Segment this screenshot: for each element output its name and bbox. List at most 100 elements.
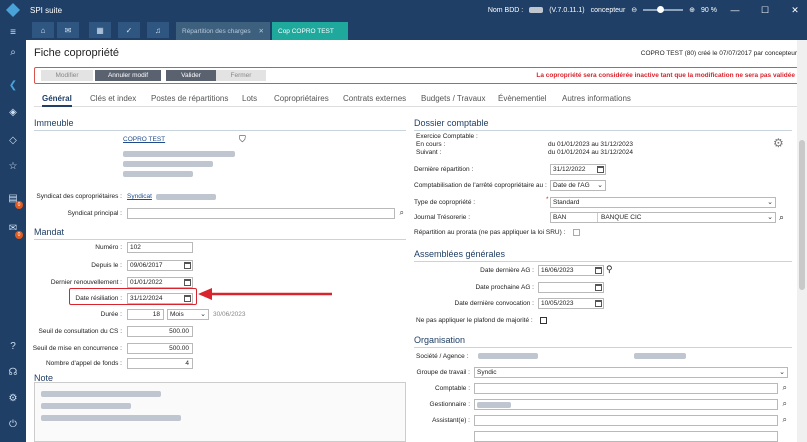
- syndicat-principal-input[interactable]: ⌕: [127, 208, 404, 219]
- fermer-button[interactable]: Fermer: [216, 70, 266, 81]
- red-arrow-icon: [198, 288, 332, 300]
- duree-input[interactable]: 18: [127, 309, 164, 320]
- annuler-modif-button[interactable]: Annuler modif: [95, 70, 161, 81]
- seuil-mc-input[interactable]: 500.00: [127, 343, 193, 354]
- assistant-input[interactable]: ⌕: [474, 415, 787, 426]
- close-button[interactable]: ✕: [783, 5, 807, 16]
- settings-gear-icon[interactable]: ⚙: [773, 136, 784, 150]
- comptable-label: Comptable :: [434, 385, 470, 392]
- derniere-convocation-input[interactable]: 10/05/2023: [538, 298, 604, 309]
- minimize-button[interactable]: —: [723, 5, 747, 15]
- tab-budgets[interactable]: Budgets / Travaux: [421, 94, 485, 103]
- tab-evenementiel[interactable]: Évènementiel: [498, 94, 546, 103]
- syndicat-link[interactable]: Syndicat: [127, 193, 152, 200]
- valider-button[interactable]: Valider: [166, 70, 216, 81]
- duree-unit-select[interactable]: Mois ⌄: [167, 309, 209, 320]
- headset-icon[interactable]: ☊: [6, 366, 20, 380]
- seuil-cs-label: Seuil de consultation du CS :: [38, 328, 122, 335]
- comptable-input[interactable]: ⌕: [474, 383, 787, 394]
- comptabilisation-label: Comptabilisation de l'arrêté copropriéta…: [414, 182, 547, 189]
- page-title: Fiche copropriété: [34, 47, 119, 59]
- seuil-mc-label: Seuil de mise en concurrence :: [32, 345, 122, 352]
- calendar-icon[interactable]: [184, 279, 191, 286]
- journal-select[interactable]: BAN BANQUE CIC ⌄: [550, 212, 776, 223]
- logout-icon[interactable]: ⏻: [6, 418, 20, 432]
- calendar-icon[interactable]: [595, 284, 602, 291]
- help-icon[interactable]: ?: [6, 340, 20, 354]
- bdd-label: Nom BDD :: [487, 6, 524, 14]
- dernier-renouvellement-input[interactable]: 01/01/2022: [127, 277, 193, 288]
- zoom-out-icon[interactable]: ⊖: [631, 6, 637, 14]
- calendar-icon[interactable]: [184, 262, 191, 269]
- tab-close-icon[interactable]: ✕: [259, 27, 264, 35]
- search-icon[interactable]: ⌕: [783, 399, 787, 408]
- calendar-icon[interactable]: [184, 295, 191, 302]
- scrollbar-thumb[interactable]: [799, 140, 805, 290]
- tab-copro-test[interactable]: Cop COPRO TEST: [272, 22, 348, 40]
- diamond-arrow-icon[interactable]: ◇: [6, 134, 20, 148]
- search-icon[interactable]: ⌕: [779, 212, 784, 223]
- tab-postes[interactable]: Postes de répartitions: [151, 94, 228, 103]
- maximize-button[interactable]: ☐: [753, 5, 777, 16]
- calendar-icon[interactable]: [595, 267, 602, 274]
- tab-repartition[interactable]: Répartition des charges ✕: [176, 22, 270, 40]
- plafond-label: Ne pas appliquer le plafond de majorité …: [416, 317, 533, 324]
- gestionnaire-input[interactable]: ⌕: [474, 399, 787, 410]
- seuil-cs-input[interactable]: 500.00: [127, 326, 193, 337]
- derniere-ag-input[interactable]: 16/06/2023: [538, 265, 604, 276]
- search-icon[interactable]: ⌕: [6, 46, 20, 60]
- search-icon[interactable]: ⌕: [783, 383, 787, 392]
- prorata-checkbox[interactable]: [573, 229, 580, 236]
- tab-cles-index[interactable]: Clés et index: [90, 94, 136, 103]
- diamond-nav-icon[interactable]: ◈: [6, 106, 20, 120]
- tab-bar: ⌂ ✉ ▦ ✓ ♫ Répartition des charges ✕ Cop …: [0, 20, 807, 40]
- derniere-ag-label: Date dernière AG :: [480, 267, 534, 274]
- divider: [414, 261, 792, 262]
- depuis-date-input[interactable]: 09/06/2017: [127, 260, 193, 271]
- tab-general[interactable]: Général: [42, 94, 72, 107]
- mail-icon[interactable]: ✉: [57, 22, 79, 38]
- attachment-icon[interactable]: ⚲: [606, 264, 613, 275]
- bell-icon[interactable]: ♫: [147, 22, 169, 38]
- principal-label: Syndicat principal :: [67, 210, 122, 217]
- star-icon[interactable]: ☆: [6, 160, 20, 174]
- inactive-warning: La copropriété sera considérée inactive …: [536, 72, 795, 79]
- note-textarea[interactable]: [34, 382, 406, 442]
- prochaine-ag-input[interactable]: [538, 282, 604, 293]
- home-icon[interactable]: ⌂: [32, 22, 54, 38]
- tab-lots[interactable]: Lots: [242, 94, 257, 103]
- user-label: concepteur: [590, 6, 626, 14]
- journal-label: Journal Trésorerie :: [414, 214, 470, 221]
- hamburger-menu-icon[interactable]: ≡: [6, 26, 20, 40]
- derniere-repartition-input[interactable]: 31/12/2022: [550, 164, 606, 175]
- tab-coproprietaires[interactable]: Copropriétaires: [274, 94, 329, 103]
- calendar-icon[interactable]: [597, 166, 604, 173]
- search-icon[interactable]: ⌕: [783, 415, 787, 424]
- calendar-icon[interactable]: ▦: [89, 22, 111, 38]
- plafond-checkbox[interactable]: [540, 317, 547, 324]
- vertical-scrollbar[interactable]: [797, 40, 807, 442]
- modifier-button[interactable]: Modifier: [41, 70, 93, 81]
- numero-input[interactable]: 102: [127, 242, 193, 253]
- search-icon[interactable]: ⌕: [400, 208, 404, 217]
- copro-chevron-icon[interactable]: ❮: [6, 79, 20, 93]
- tab-autres[interactable]: Autres informations: [562, 94, 631, 103]
- app-logo-icon: [6, 3, 20, 17]
- comptabilisation-select[interactable]: Date de l'AG ⌄: [550, 180, 606, 191]
- settings-icon[interactable]: ⚙: [6, 392, 20, 406]
- next-field-input[interactable]: [474, 431, 778, 442]
- groupe-travail-select[interactable]: Syndic ⌄: [474, 367, 788, 378]
- zoom-in-icon[interactable]: ⊕: [689, 6, 695, 14]
- calendar-icon[interactable]: [595, 300, 602, 307]
- tab-contrats[interactable]: Contrats externes: [343, 94, 406, 103]
- nb-appel-input[interactable]: 4: [127, 358, 193, 369]
- zoom-slider[interactable]: [643, 6, 684, 13]
- derniere-convocation-label: Date dernière convocation :: [454, 300, 535, 307]
- person-network-icon[interactable]: ⛉: [239, 134, 246, 145]
- copro-name-link[interactable]: COPRO TEST: [123, 136, 165, 143]
- check-icon[interactable]: ✓: [118, 22, 140, 38]
- resiliation-date-input[interactable]: 31/12/2024: [127, 293, 193, 304]
- divider: [34, 239, 406, 240]
- type-copro-select[interactable]: Standard ⌄: [550, 197, 776, 208]
- section-tabs: Général Clés et index Postes de répartit…: [34, 94, 802, 107]
